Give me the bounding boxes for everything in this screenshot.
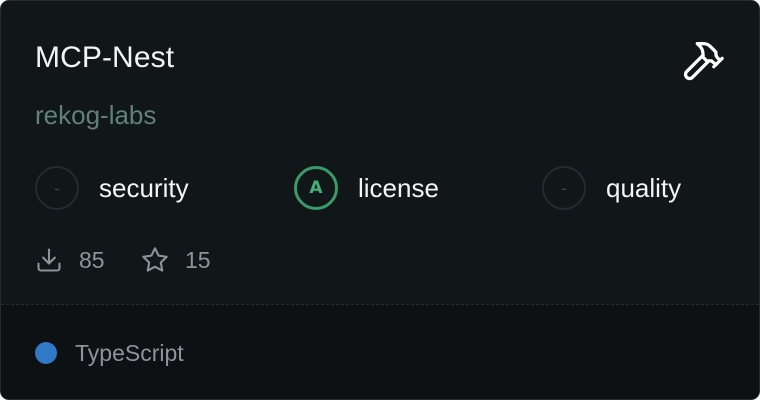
footer-divider — [1, 304, 759, 305]
security-label: security — [99, 173, 189, 203]
stars-count: 15 — [185, 246, 211, 273]
download-icon — [37, 248, 61, 272]
security-score: - security — [35, 164, 189, 212]
stars-stat: 15 — [141, 244, 211, 276]
license-grade-badge: A — [294, 166, 338, 210]
downloads-count: 85 — [79, 246, 105, 273]
downloads-stat: 85 — [35, 244, 105, 276]
quality-grade-badge: - — [542, 166, 586, 210]
language-name: TypeScript — [75, 339, 184, 366]
license-score: A license — [294, 164, 439, 212]
server-card[interactable]: MCP-Nest rekog-labs - security A license… — [0, 0, 760, 400]
hammer-icon — [683, 42, 724, 81]
security-grade-badge: - — [35, 166, 79, 210]
server-name[interactable]: MCP-Nest — [35, 39, 174, 77]
license-label: license — [358, 173, 439, 203]
quality-score: - quality — [542, 164, 681, 212]
quality-label: quality — [606, 173, 682, 203]
server-owner[interactable]: rekog-labs — [35, 99, 156, 131]
language-color-dot — [35, 342, 57, 364]
language-indicator: TypeScript — [35, 337, 184, 369]
star-icon — [142, 247, 168, 272]
